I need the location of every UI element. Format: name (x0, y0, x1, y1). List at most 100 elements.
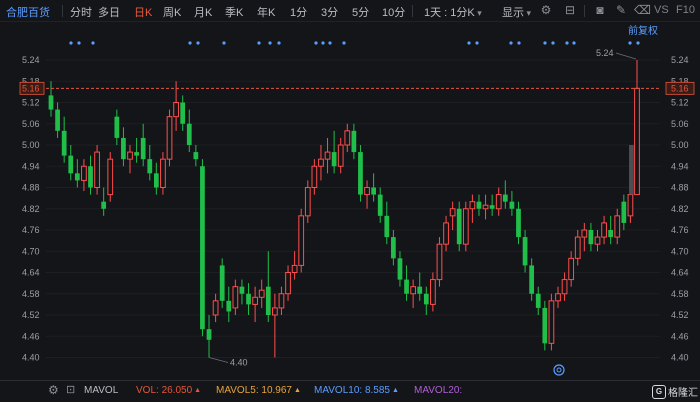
candle-body (608, 230, 614, 238)
price-tick-label: 4.58 (22, 289, 40, 299)
price-tick-label: 4.40 (671, 353, 689, 363)
event-marker-dot[interactable] (543, 41, 547, 45)
compare-vs-button[interactable]: VS (654, 4, 669, 16)
event-marker-dot[interactable] (91, 41, 95, 45)
candle-body (134, 152, 139, 156)
event-marker-dot[interactable] (222, 41, 226, 45)
candle (594, 230, 601, 252)
event-marker-dot[interactable] (196, 41, 200, 45)
candle (88, 155, 93, 195)
candle-body (311, 165, 318, 188)
eraser-icon[interactable]: ⌫ (634, 3, 651, 17)
candle-body (318, 158, 324, 167)
tab-quarterly-k[interactable]: 季K (225, 4, 243, 20)
candle-body (48, 95, 54, 110)
candle-body (377, 194, 383, 216)
indicator-settings-icon[interactable]: ⚙ (48, 383, 59, 397)
candle-body (516, 208, 521, 238)
event-marker-dot[interactable] (188, 41, 192, 45)
candle-body (324, 151, 331, 160)
price-tick-label: 4.58 (671, 289, 689, 299)
adjust-price-toggle[interactable]: 前复权 (628, 24, 658, 37)
stock-name[interactable]: 合肥百货 (6, 4, 50, 20)
candle (298, 208, 305, 273)
target-icon[interactable] (553, 364, 565, 376)
tab-5min[interactable]: 5分 (352, 4, 369, 20)
range-select[interactable]: 1天 : 1分K (424, 4, 482, 20)
candle (548, 293, 555, 351)
camera-icon[interactable]: ◙ (593, 3, 607, 17)
candle (358, 145, 363, 202)
tab-1min[interactable]: 1分 (290, 4, 307, 20)
event-marker-dot[interactable] (77, 41, 81, 45)
candle-body (344, 130, 351, 146)
tab-multi-day[interactable]: 多日 (98, 4, 120, 20)
price-tick-label: 4.94 (22, 161, 40, 171)
candle-body (147, 159, 153, 174)
settings-icon[interactable]: ⚙ (539, 3, 553, 17)
display-menu[interactable]: 显示 (502, 4, 531, 20)
tab-10min[interactable]: 10分 (382, 4, 405, 20)
event-marker-dot[interactable] (517, 41, 521, 45)
tab-monthly-k[interactable]: 月K (194, 4, 212, 20)
candle-body (594, 236, 601, 245)
candle-body (502, 194, 508, 202)
event-marker-dot[interactable] (277, 41, 281, 45)
tab-intraday[interactable]: 分时 (70, 4, 92, 20)
candle-body (166, 116, 173, 160)
tab-weekly-k[interactable]: 周K (163, 4, 181, 20)
f10-button[interactable]: F10 (676, 4, 695, 16)
candle (462, 201, 469, 252)
candle-body (351, 130, 357, 153)
candle-body (371, 187, 376, 195)
price-tick-label: 4.82 (671, 204, 689, 214)
event-marker-dot[interactable] (628, 41, 632, 45)
candle-body (561, 279, 568, 295)
event-marker-dot[interactable] (268, 41, 272, 45)
price-tick-label: 5.06 (22, 119, 40, 129)
candle (160, 152, 166, 195)
candle-body (476, 201, 482, 209)
event-marker-dot[interactable] (636, 41, 640, 45)
candle-body (153, 173, 159, 188)
candle (121, 127, 126, 167)
event-marker-dot[interactable] (467, 41, 471, 45)
candle (489, 194, 495, 216)
candle (140, 123, 146, 167)
mavol5-label: MAVOL5: (216, 385, 259, 396)
candle-body (246, 293, 251, 305)
candle (107, 152, 114, 202)
tab-daily-k[interactable]: 日K (134, 4, 152, 20)
candle (134, 137, 139, 163)
event-marker-dot[interactable] (342, 41, 346, 45)
indicator-window-icon[interactable]: ⊡ (66, 383, 75, 396)
candle-body (101, 201, 107, 209)
price-tick-label: 4.88 (22, 183, 40, 193)
candle-body (436, 243, 443, 281)
event-marker-dot[interactable] (565, 41, 569, 45)
high-annotation: 5.24 (596, 48, 637, 60)
candle (371, 173, 376, 202)
candle-body (232, 286, 239, 309)
draw-pen-icon[interactable]: ✎ (614, 3, 628, 17)
event-marker-dot[interactable] (69, 41, 73, 45)
candle-body (462, 208, 469, 245)
event-marker-dot[interactable] (509, 41, 513, 45)
event-marker-dot[interactable] (257, 41, 261, 45)
indicator-name[interactable]: MAVOL (84, 385, 118, 396)
price-tick-label: 4.88 (671, 183, 689, 193)
candle-body (509, 201, 515, 209)
event-marker-dot[interactable] (551, 41, 555, 45)
event-marker-dot[interactable] (328, 41, 332, 45)
candle-body (417, 286, 423, 294)
event-marker-dot[interactable] (475, 41, 479, 45)
tab-3min[interactable]: 3分 (321, 4, 338, 20)
event-marker-dot[interactable] (321, 41, 325, 45)
event-marker-dot[interactable] (572, 41, 576, 45)
tab-yearly-k[interactable]: 年K (257, 4, 275, 20)
candlestick-chart[interactable]: 5.245.185.125.065.004.944.884.824.764.70… (0, 22, 700, 380)
restore-icon[interactable]: ⊟ (563, 3, 577, 17)
candle (252, 286, 258, 323)
event-marker-dot[interactable] (314, 41, 318, 45)
candle-body (384, 215, 390, 238)
